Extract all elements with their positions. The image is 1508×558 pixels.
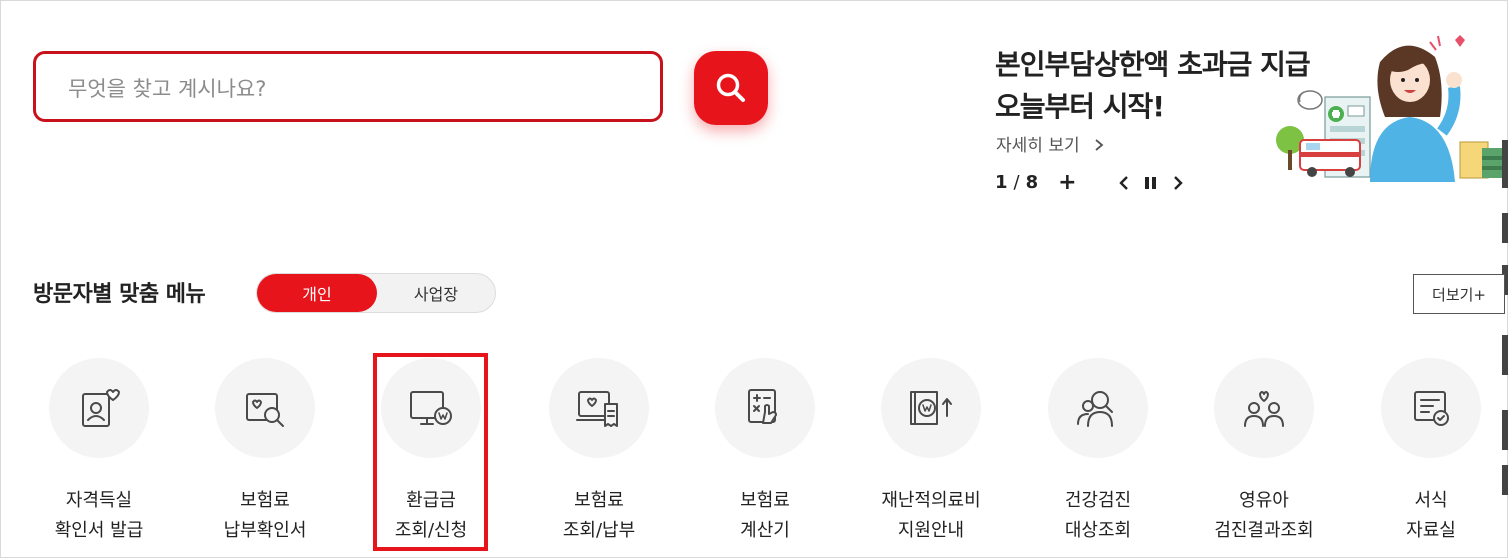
menu-label-line1: 서식 [1414, 490, 1448, 511]
menu-icon-circle [1048, 358, 1148, 458]
menu-label-line2: 자료실 [1406, 520, 1456, 541]
section-title: 방문자별 맞춤 메뉴 [33, 282, 206, 307]
menu-label: 보험료 계산기 [695, 486, 835, 546]
computer-receipt-icon [576, 391, 618, 427]
menu-icon-circle [49, 358, 149, 458]
menu-icon-circle [881, 358, 981, 458]
chevron-left-icon [1118, 175, 1128, 190]
menu-icon-circle [1214, 358, 1314, 458]
menu-item-catastrophic-medical[interactable]: 재난적의료비 지원안내 [861, 358, 1001, 546]
scroll-indicator [1502, 465, 1508, 495]
banner-next-button[interactable] [1171, 174, 1185, 192]
banner-pager: 1 / 8 + [995, 170, 1185, 195]
menu-label-line2: 대상조회 [1064, 520, 1132, 541]
menu-item-qualification[interactable]: 자격득실 확인서 발급 [29, 358, 169, 546]
menu-label: 보험료 조회/납부 [529, 486, 669, 546]
menu-label: 보험료 납부확인서 [195, 486, 335, 546]
book-won-arrow-icon [910, 391, 952, 425]
menu-label-line1: 자격득실 [65, 490, 133, 511]
menu-label-line1: 보험료 [574, 490, 624, 511]
tab-individual[interactable]: 개인 [257, 274, 377, 312]
menu-label: 영유아 검진결과조회 [1194, 486, 1334, 546]
banner-detail-label: 자세히 보기 [996, 136, 1080, 156]
pause-icon [1144, 176, 1156, 189]
highlight-box [373, 353, 488, 551]
menu-item-premium-calculator[interactable]: 보험료 계산기 [695, 358, 835, 546]
banner-illustration [1276, 35, 1506, 182]
menu-item-premium-certificate[interactable]: 보험료 납부확인서 [195, 358, 335, 546]
search-box[interactable] [33, 51, 663, 122]
search-button[interactable] [694, 51, 768, 125]
menu-label-line2: 조회/납부 [562, 520, 636, 541]
menu-label: 건강검진 대상조회 [1028, 486, 1168, 546]
pager-total: 8 [1025, 172, 1039, 193]
tab-business[interactable]: 사업장 [377, 274, 495, 312]
parent-child-icon [1244, 391, 1284, 427]
search-icon [716, 73, 745, 102]
menu-label-line1: 보험료 [740, 490, 790, 511]
menu-label-line1: 재난적의료비 [881, 490, 981, 511]
pager-separator: / [1013, 172, 1020, 193]
menu-label-line2: 검진결과조회 [1214, 520, 1314, 541]
pager-current: 1 [995, 172, 1008, 193]
menu-label: 자격득실 확인서 발급 [29, 486, 169, 546]
people-search-icon [1077, 391, 1113, 427]
menu-label-line2: 확인서 발급 [54, 520, 144, 541]
menu-label-line1: 건강검진 [1064, 490, 1132, 511]
menu-label-line2: 납부확인서 [223, 520, 307, 541]
scroll-indicator [1502, 213, 1508, 243]
search-input[interactable] [66, 68, 630, 110]
menu-label-line2: 지원안내 [897, 520, 965, 541]
menu-item-forms[interactable]: 서식 자료실 [1361, 358, 1501, 546]
banner-prev-button[interactable] [1117, 174, 1131, 192]
more-button[interactable]: 더보기+ [1413, 274, 1505, 314]
calculator-hand-icon [748, 389, 777, 424]
banner-detail-link[interactable]: 자세히 보기 [996, 131, 1105, 156]
menu-label: 재난적의료비 지원안내 [861, 486, 1001, 546]
visitor-type-toggle: 개인 사업장 [256, 273, 496, 313]
banner-pause-button[interactable] [1143, 174, 1159, 192]
chevron-right-icon [1173, 175, 1183, 190]
menu-item-checkup-target[interactable]: 건강검진 대상조회 [1028, 358, 1168, 546]
banner-plus-button[interactable]: + [1058, 170, 1076, 195]
id-card-heart-icon [82, 389, 120, 427]
menu-label-line1: 영유아 [1239, 490, 1289, 511]
menu-item-infant-checkup[interactable]: 영유아 검진결과조회 [1194, 358, 1334, 546]
menu-label-line2: 계산기 [740, 520, 790, 541]
menu-icon-circle [715, 358, 815, 458]
scroll-indicator [1502, 140, 1508, 188]
menu-label-line1: 보험료 [240, 490, 290, 511]
menu-icon-circle [215, 358, 315, 458]
scroll-indicator [1502, 335, 1508, 375]
chevron-right-icon [1095, 139, 1104, 151]
menu-item-premium-payment[interactable]: 보험료 조회/납부 [529, 358, 669, 546]
scroll-indicator [1502, 410, 1508, 450]
menu-icon-circle [1381, 358, 1481, 458]
form-check-icon [1414, 391, 1449, 426]
document-search-icon [246, 393, 284, 427]
menu-label: 서식 자료실 [1361, 486, 1501, 546]
menu-icon-circle [549, 358, 649, 458]
